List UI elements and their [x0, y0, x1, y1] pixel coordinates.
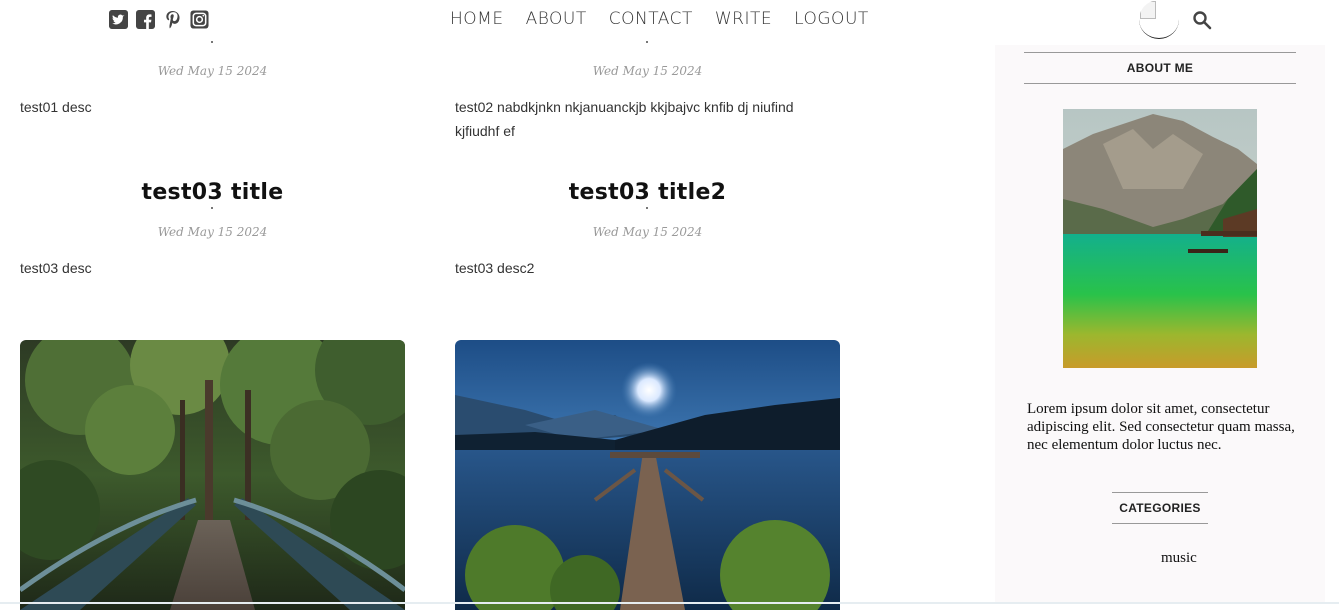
title-underline-dot: [646, 207, 648, 209]
post-title[interactable]: test03 title: [20, 180, 405, 205]
about-me-heading: ABOUT ME: [1024, 52, 1296, 84]
nav-logout[interactable]: LOGOUT: [794, 9, 869, 29]
avatar[interactable]: [1139, 0, 1179, 39]
nav-home[interactable]: HOME: [450, 9, 504, 29]
forest-bridge-image: [20, 340, 405, 610]
nav-about[interactable]: ABOUT: [526, 9, 587, 29]
post-image-forest-bridge[interactable]: [20, 340, 405, 610]
nav-contact[interactable]: CONTACT: [609, 9, 693, 29]
top-bar: HOME ABOUT CONTACT WRITE LOGOUT: [0, 0, 1339, 40]
posts-grid: Wed May 15 2024 test01 desc Wed May 15 2…: [0, 0, 980, 610]
categories-heading: CATEGORIES: [1112, 492, 1208, 524]
post-desc: test03 desc: [20, 260, 92, 276]
instagram-icon[interactable]: [190, 10, 209, 29]
category-link-music[interactable]: music: [1161, 550, 1197, 567]
pinterest-icon[interactable]: [163, 10, 182, 29]
about-me-text: Lorem ipsum dolor sit amet, consectetur …: [1027, 401, 1295, 453]
sidebar: ABOUT ME Lorem ipsum dolor sit amet, con…: [995, 45, 1325, 604]
post-date: Wed May 15 2024: [592, 225, 703, 239]
twitter-icon[interactable]: [109, 10, 128, 29]
nav-write[interactable]: WRITE: [715, 9, 772, 29]
search-icon[interactable]: [1192, 10, 1212, 30]
main-nav: HOME ABOUT CONTACT WRITE LOGOUT: [450, 9, 869, 29]
broken-image-icon: [1140, 1, 1156, 19]
post-desc: test03 desc2: [455, 260, 535, 276]
about-me-image: [1063, 109, 1257, 368]
post-date: Wed May 15 2024: [157, 64, 268, 78]
post-desc-line: kjfiudhf ef: [455, 123, 515, 139]
facebook-icon[interactable]: [136, 10, 155, 29]
title-remnant: [211, 41, 213, 43]
post-desc-line: test02 nabdkjnkn nkjanuanckjb kkjbajvc k…: [455, 99, 794, 115]
post-title[interactable]: test03 title2: [455, 180, 840, 205]
post-image-moon-lake[interactable]: [455, 340, 840, 610]
post-date: Wed May 15 2024: [592, 64, 703, 78]
post-desc: test01 desc: [20, 99, 92, 115]
title-remnant: [646, 41, 648, 43]
title-underline-dot: [211, 207, 213, 209]
post-desc: test02 nabdkjnkn nkjanuanckjb kkjbajvc k…: [455, 95, 835, 143]
moon-lake-image: [455, 340, 840, 610]
post-date: Wed May 15 2024: [157, 225, 268, 239]
social-icons: [109, 10, 209, 29]
